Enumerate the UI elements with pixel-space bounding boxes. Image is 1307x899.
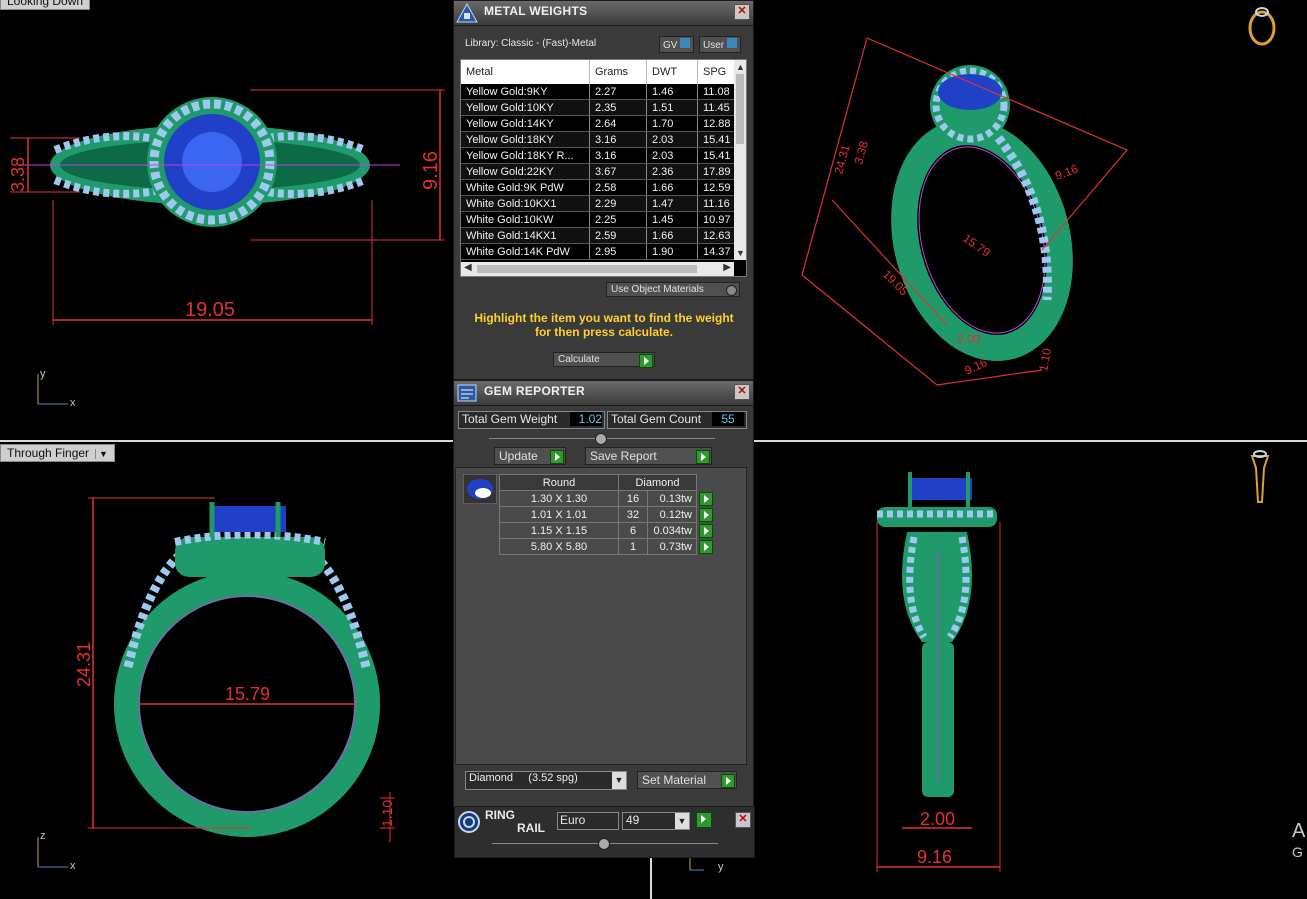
table-row[interactable]: Yellow Gold:18KY 3.16 2.03 15.41 — [461, 131, 739, 148]
side-view-icon[interactable] — [1250, 450, 1270, 503]
gem-table: Round Diamond 1.30 X 1.30 16 0.13tw 1.01… — [499, 474, 718, 555]
table-row[interactable]: 1.01 X 1.01 32 0.12tw — [499, 506, 718, 523]
svg-text:2.00: 2.00 — [920, 809, 955, 829]
round-gem-icon — [463, 474, 497, 504]
gem-reporter-icon — [457, 384, 477, 402]
play-icon — [550, 450, 564, 464]
svg-text:G: G — [1292, 844, 1303, 860]
update-button[interactable]: Update — [494, 447, 566, 465]
user-toggle[interactable]: User — [699, 36, 741, 53]
ring-standard-field[interactable]: Euro — [557, 812, 619, 830]
svg-text:y: y — [718, 861, 724, 873]
svg-text:x: x — [70, 860, 76, 872]
gem-reporter-title: GEM REPORTER — [484, 384, 585, 398]
svg-text:9.16: 9.16 — [917, 847, 952, 867]
dim-height: 24.31 — [74, 642, 94, 687]
table-row[interactable]: White Gold:9K PdW 2.58 1.66 12.59 — [461, 179, 739, 196]
close-icon[interactable]: ✕ — [735, 812, 751, 828]
column-header-shape: Round — [499, 474, 619, 491]
calculate-button[interactable]: Calculate — [553, 352, 655, 368]
dim-band: 3.38 — [8, 157, 28, 192]
ring-rail-panel: RING RAIL Euro 49 ▼ ✕ — [454, 806, 755, 858]
table-row[interactable]: 1.15 X 1.15 6 0.034tw — [499, 522, 718, 539]
close-icon[interactable]: ✕ — [734, 4, 750, 20]
table-row[interactable]: White Gold:10KW 2.25 1.45 10.97 — [461, 211, 739, 228]
total-gem-count-box: Total Gem Count 55 — [607, 411, 747, 429]
chevron-down-icon[interactable]: ▼ — [612, 772, 626, 789]
set-material-button[interactable]: Set Material — [637, 771, 737, 789]
dim-length: 19.05 — [185, 299, 235, 321]
gem-list-area: Round Diamond 1.30 X 1.30 16 0.13tw 1.01… — [455, 467, 747, 765]
svg-text:24.31: 24.31 — [831, 143, 852, 176]
svg-text:2.00: 2.00 — [957, 332, 981, 346]
ring-view-icon[interactable] — [1248, 7, 1276, 46]
row-select-button[interactable] — [699, 507, 713, 522]
total-gem-count-value: 55 — [712, 412, 744, 426]
save-report-button[interactable]: Save Report — [585, 447, 712, 465]
svg-text:1.10: 1.10 — [1036, 347, 1054, 373]
metal-weights-icon — [456, 3, 478, 23]
ring-rail-icon — [458, 811, 480, 833]
metal-table-horizontal-scrollbar[interactable]: ◀ ▶ — [461, 262, 734, 276]
metal-table-vertical-scrollbar[interactable]: ▲ ▼ — [734, 60, 746, 260]
table-row[interactable]: Yellow Gold:10KY 2.35 1.51 11.45 — [461, 99, 739, 116]
gem-reporter-panel: GEM REPORTER ✕ Total Gem Weight 1.02 Tot… — [453, 380, 754, 807]
table-row[interactable]: White Gold:14KX1 2.59 1.66 12.63 — [461, 227, 739, 244]
column-header-spg[interactable]: SPG — [697, 60, 739, 84]
table-row[interactable]: 5.80 X 5.80 1 0.73tw — [499, 538, 718, 555]
svg-text:1.10: 1.10 — [379, 800, 395, 827]
column-header-metal[interactable]: Metal — [461, 60, 590, 84]
column-header-material: Diamond — [618, 474, 697, 491]
row-select-button[interactable] — [699, 539, 713, 554]
table-row[interactable]: Yellow Gold:22KY 3.67 2.36 17.89 — [461, 163, 739, 180]
highlight-instructions: Highlight the item you want to find the … — [474, 311, 734, 339]
column-header-dwt[interactable]: DWT — [646, 60, 698, 84]
metal-weights-panel: METAL WEIGHTS ✕ Library: Classic - (Fast… — [453, 0, 754, 380]
table-row[interactable]: 1.30 X 1.30 16 0.13tw — [499, 490, 718, 507]
total-gem-weight-box: Total Gem Weight 1.02 — [458, 411, 605, 429]
chevron-down-icon[interactable]: ▼ — [675, 813, 689, 829]
ring-size-select[interactable]: 49 ▼ — [622, 812, 690, 830]
column-header-grams[interactable]: Grams — [589, 60, 647, 84]
gem-reporter-slider[interactable] — [489, 433, 715, 445]
svg-text:9.16: 9.16 — [1053, 162, 1080, 183]
metal-weights-titlebar[interactable]: METAL WEIGHTS ✕ — [454, 1, 753, 26]
table-row[interactable]: White Gold:10KX1 2.29 1.47 11.16 — [461, 195, 739, 212]
metal-table: Metal Grams DWT SPG Yellow Gold:9KY 2.27 1… — [461, 60, 739, 260]
table-row[interactable]: Yellow Gold:14KY 2.64 1.70 12.88 — [461, 115, 739, 132]
table-row[interactable]: Yellow Gold:9KY 2.27 1.46 11.08 — [461, 84, 739, 100]
play-icon — [696, 450, 710, 464]
ring-rail-apply-button[interactable] — [696, 812, 712, 828]
material-select[interactable]: Diamond (3.52 spg) ▼ — [465, 771, 627, 790]
svg-text:z: z — [40, 830, 46, 842]
row-select-button[interactable] — [699, 523, 713, 538]
total-gem-weight-value: 1.02 — [570, 412, 602, 426]
svg-text:3.38: 3.38 — [851, 139, 871, 165]
metal-weights-title: METAL WEIGHTS — [484, 4, 588, 18]
library-label: Library: Classic - (Fast)-Metal — [465, 38, 597, 49]
metal-table-container: Metal Grams DWT SPG Yellow Gold:9KY 2.27 1… — [460, 59, 747, 277]
table-row[interactable]: White Gold:14K PdW 2.95 1.90 14.37 — [461, 243, 739, 260]
gem-reporter-titlebar[interactable]: GEM REPORTER ✕ — [454, 381, 753, 406]
play-icon — [639, 354, 653, 368]
close-icon[interactable]: ✕ — [734, 384, 750, 400]
gv-toggle[interactable]: GV — [659, 36, 695, 53]
ring-rail-slider[interactable] — [492, 838, 718, 850]
row-select-button[interactable] — [699, 491, 713, 506]
table-row[interactable]: Yellow Gold:18KY R... 3.16 2.03 15.41 — [461, 147, 739, 164]
dim-inner: 15.79 — [225, 684, 270, 704]
svg-text:15.79: 15.79 — [960, 231, 993, 260]
play-icon — [721, 774, 735, 788]
ring-rail-title: RING RAIL — [485, 808, 545, 835]
svg-text:y: y — [40, 368, 46, 380]
svg-text:x: x — [70, 397, 76, 409]
use-object-materials-toggle[interactable]: Use Object Materials — [606, 282, 740, 297]
svg-text:A: A — [1292, 820, 1306, 842]
dim-height: 9.16 — [420, 151, 442, 190]
